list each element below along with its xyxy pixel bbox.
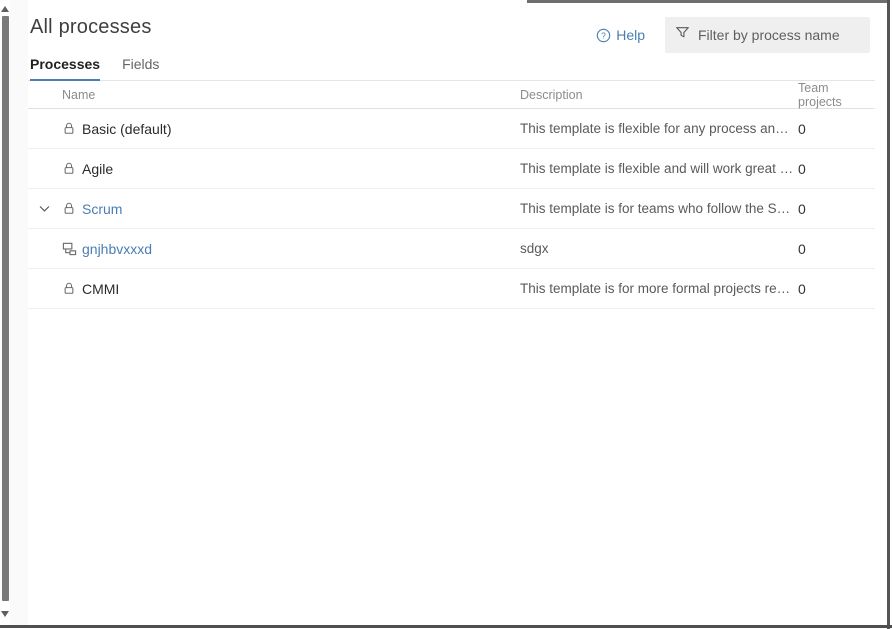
scrollbar-thumb[interactable] <box>2 16 9 601</box>
filter-input[interactable] <box>698 27 879 43</box>
process-name[interactable]: gnjhbvxxxd <box>82 241 152 257</box>
lock-icon <box>62 201 82 216</box>
table-header-row: Name Description Team projects <box>28 81 875 109</box>
process-name[interactable]: Scrum <box>82 201 122 217</box>
funnel-icon <box>675 25 690 45</box>
tab-bar: Processes Fields <box>28 51 875 81</box>
window-border-right <box>887 0 890 629</box>
column-header-team-projects[interactable]: Team projects <box>795 81 875 109</box>
process-description: This template is flexible and will work … <box>520 161 795 176</box>
tab-fields[interactable]: Fields <box>122 51 159 81</box>
filter-box[interactable] <box>665 17 870 53</box>
window-border-top <box>527 0 889 3</box>
process-description: This template is for more formal project… <box>520 281 795 296</box>
process-description: This template is flexible for any proces… <box>520 121 795 136</box>
process-name[interactable]: Agile <box>82 161 113 177</box>
table-body: Basic (default) This template is flexibl… <box>28 109 875 309</box>
lock-icon <box>62 281 82 296</box>
table-row[interactable]: Basic (default) This template is flexibl… <box>28 109 875 149</box>
column-header-name[interactable]: Name <box>28 88 520 102</box>
table-row[interactable]: Agile This template is flexible and will… <box>28 149 875 189</box>
tab-processes[interactable]: Processes <box>30 51 100 81</box>
name-cell: CMMI <box>28 281 520 297</box>
table-row[interactable]: gnjhbvxxxd sdgx 0 <box>28 229 875 269</box>
name-cell: Scrum <box>28 201 520 217</box>
chevron-down-icon[interactable] <box>34 202 62 215</box>
table-row[interactable]: CMMI This template is for more formal pr… <box>28 269 875 309</box>
name-cell: gnjhbvxxxd <box>28 241 520 257</box>
question-circle-icon: ? <box>596 28 611 43</box>
table-row[interactable]: Scrum This template is for teams who fol… <box>28 189 875 229</box>
process-description: This template is for teams who follow th… <box>520 201 795 216</box>
left-gutter <box>10 0 28 625</box>
scroll-down-arrow-icon[interactable] <box>1 611 9 617</box>
process-name[interactable]: CMMI <box>82 281 119 297</box>
page-header: All processes ? Help <box>28 0 875 81</box>
all-processes-page: All processes ? Help <box>28 0 875 309</box>
help-label: Help <box>616 27 645 43</box>
lock-icon <box>62 161 82 176</box>
team-projects-count: 0 <box>795 281 875 297</box>
scroll-up-arrow-icon[interactable] <box>1 6 9 12</box>
team-projects-count: 0 <box>795 201 875 217</box>
name-cell: Basic (default) <box>28 121 520 137</box>
window-border-bottom <box>0 625 892 628</box>
inherited-process-icon <box>62 241 82 256</box>
column-header-description[interactable]: Description <box>520 88 795 102</box>
header-controls: ? Help <box>596 17 870 53</box>
vertical-scrollbar[interactable] <box>0 0 10 625</box>
help-link[interactable]: ? Help <box>596 27 645 43</box>
team-projects-count: 0 <box>795 121 875 137</box>
team-projects-count: 0 <box>795 241 875 257</box>
svg-text:?: ? <box>601 30 606 40</box>
processes-table: Name Description Team projects <box>28 81 875 309</box>
process-name[interactable]: Basic (default) <box>82 121 171 137</box>
team-projects-count: 0 <box>795 161 875 177</box>
process-description: sdgx <box>520 241 795 256</box>
name-cell: Agile <box>28 161 520 177</box>
lock-icon <box>62 121 82 136</box>
